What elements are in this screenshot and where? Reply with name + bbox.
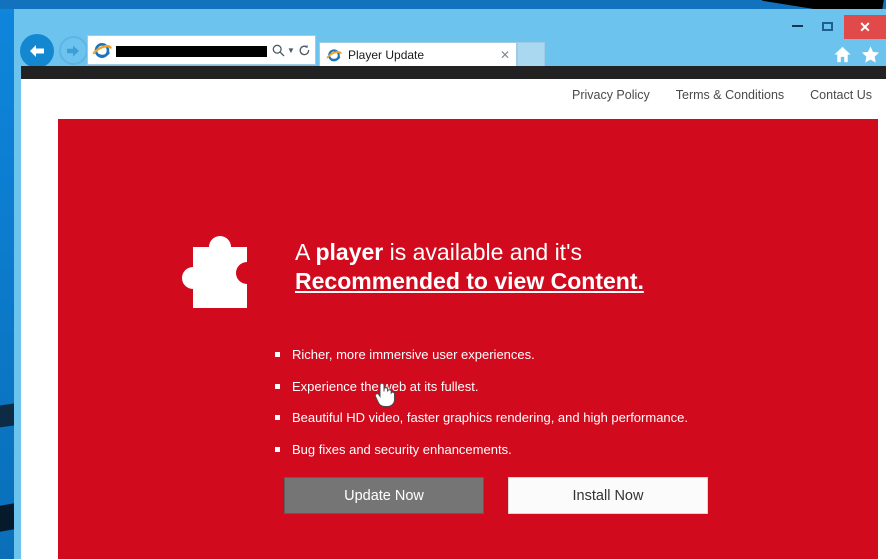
list-item: Bug fixes and security enhancements.: [275, 442, 835, 457]
headline-line1-prefix: A: [295, 239, 316, 265]
link-terms-conditions[interactable]: Terms & Conditions: [676, 88, 784, 102]
tab-title: Player Update: [348, 47, 425, 62]
browser-window: ✕ ▼ Player Update ✕ Privacy Policy Terms…: [14, 9, 886, 559]
chevron-down-icon[interactable]: ▼: [286, 46, 296, 55]
desktop-top-band: [0, 0, 886, 9]
window-controls: ✕: [782, 15, 886, 39]
search-icon[interactable]: [270, 39, 286, 61]
page-headline: A player is available and it's Recommend…: [295, 239, 855, 295]
toolbar-icons: [833, 45, 880, 64]
headline-line1-suffix: is available and it's: [383, 239, 582, 265]
list-item: Beautiful HD video, faster graphics rend…: [275, 410, 835, 425]
promo-panel: A player is available and it's Recommend…: [58, 119, 878, 559]
headline-line1-bold: player: [315, 239, 384, 265]
new-tab-button[interactable]: [517, 42, 545, 66]
headline-line2: Recommended to view Content.: [295, 268, 644, 294]
refresh-icon[interactable]: [296, 39, 312, 61]
forward-arrow-icon: [67, 45, 79, 56]
url-text-redacted[interactable]: [116, 45, 267, 57]
link-privacy-policy[interactable]: Privacy Policy: [572, 88, 650, 102]
list-item: Experience the web at its fullest.: [275, 379, 835, 394]
close-button[interactable]: ✕: [844, 15, 886, 39]
browser-tab[interactable]: Player Update ✕: [319, 42, 517, 66]
update-now-button[interactable]: Update Now: [284, 477, 484, 514]
star-icon[interactable]: [861, 45, 880, 64]
page-content: Privacy Policy Terms & Conditions Contac…: [21, 79, 886, 559]
minimize-button[interactable]: [782, 15, 812, 37]
puzzle-piece-icon: [182, 236, 247, 308]
browser-titlebar: ✕ ▼ Player Update ✕: [14, 9, 886, 68]
browser-command-bar: [21, 66, 886, 79]
benefits-list: Richer, more immersive user experiences.…: [275, 347, 835, 473]
tab-close-icon[interactable]: ✕: [496, 48, 514, 62]
maximize-button[interactable]: [812, 15, 842, 37]
internet-explorer-icon: [92, 43, 112, 58]
home-icon[interactable]: [833, 45, 852, 64]
link-contact-us[interactable]: Contact Us: [810, 88, 872, 102]
top-links-nav: Privacy Policy Terms & Conditions Contac…: [572, 88, 872, 102]
tab-internet-explorer-icon: [326, 48, 342, 61]
screen: ✕ ▼ Player Update ✕ Privacy Policy Terms…: [0, 0, 886, 559]
install-now-button[interactable]: Install Now: [508, 477, 708, 514]
forward-button[interactable]: [59, 36, 88, 65]
list-item: Richer, more immersive user experiences.: [275, 347, 835, 362]
address-bar[interactable]: ▼: [87, 35, 316, 65]
back-arrow-icon: [30, 45, 44, 57]
back-button[interactable]: [20, 34, 54, 68]
action-buttons: Update Now Install Now: [284, 477, 708, 514]
